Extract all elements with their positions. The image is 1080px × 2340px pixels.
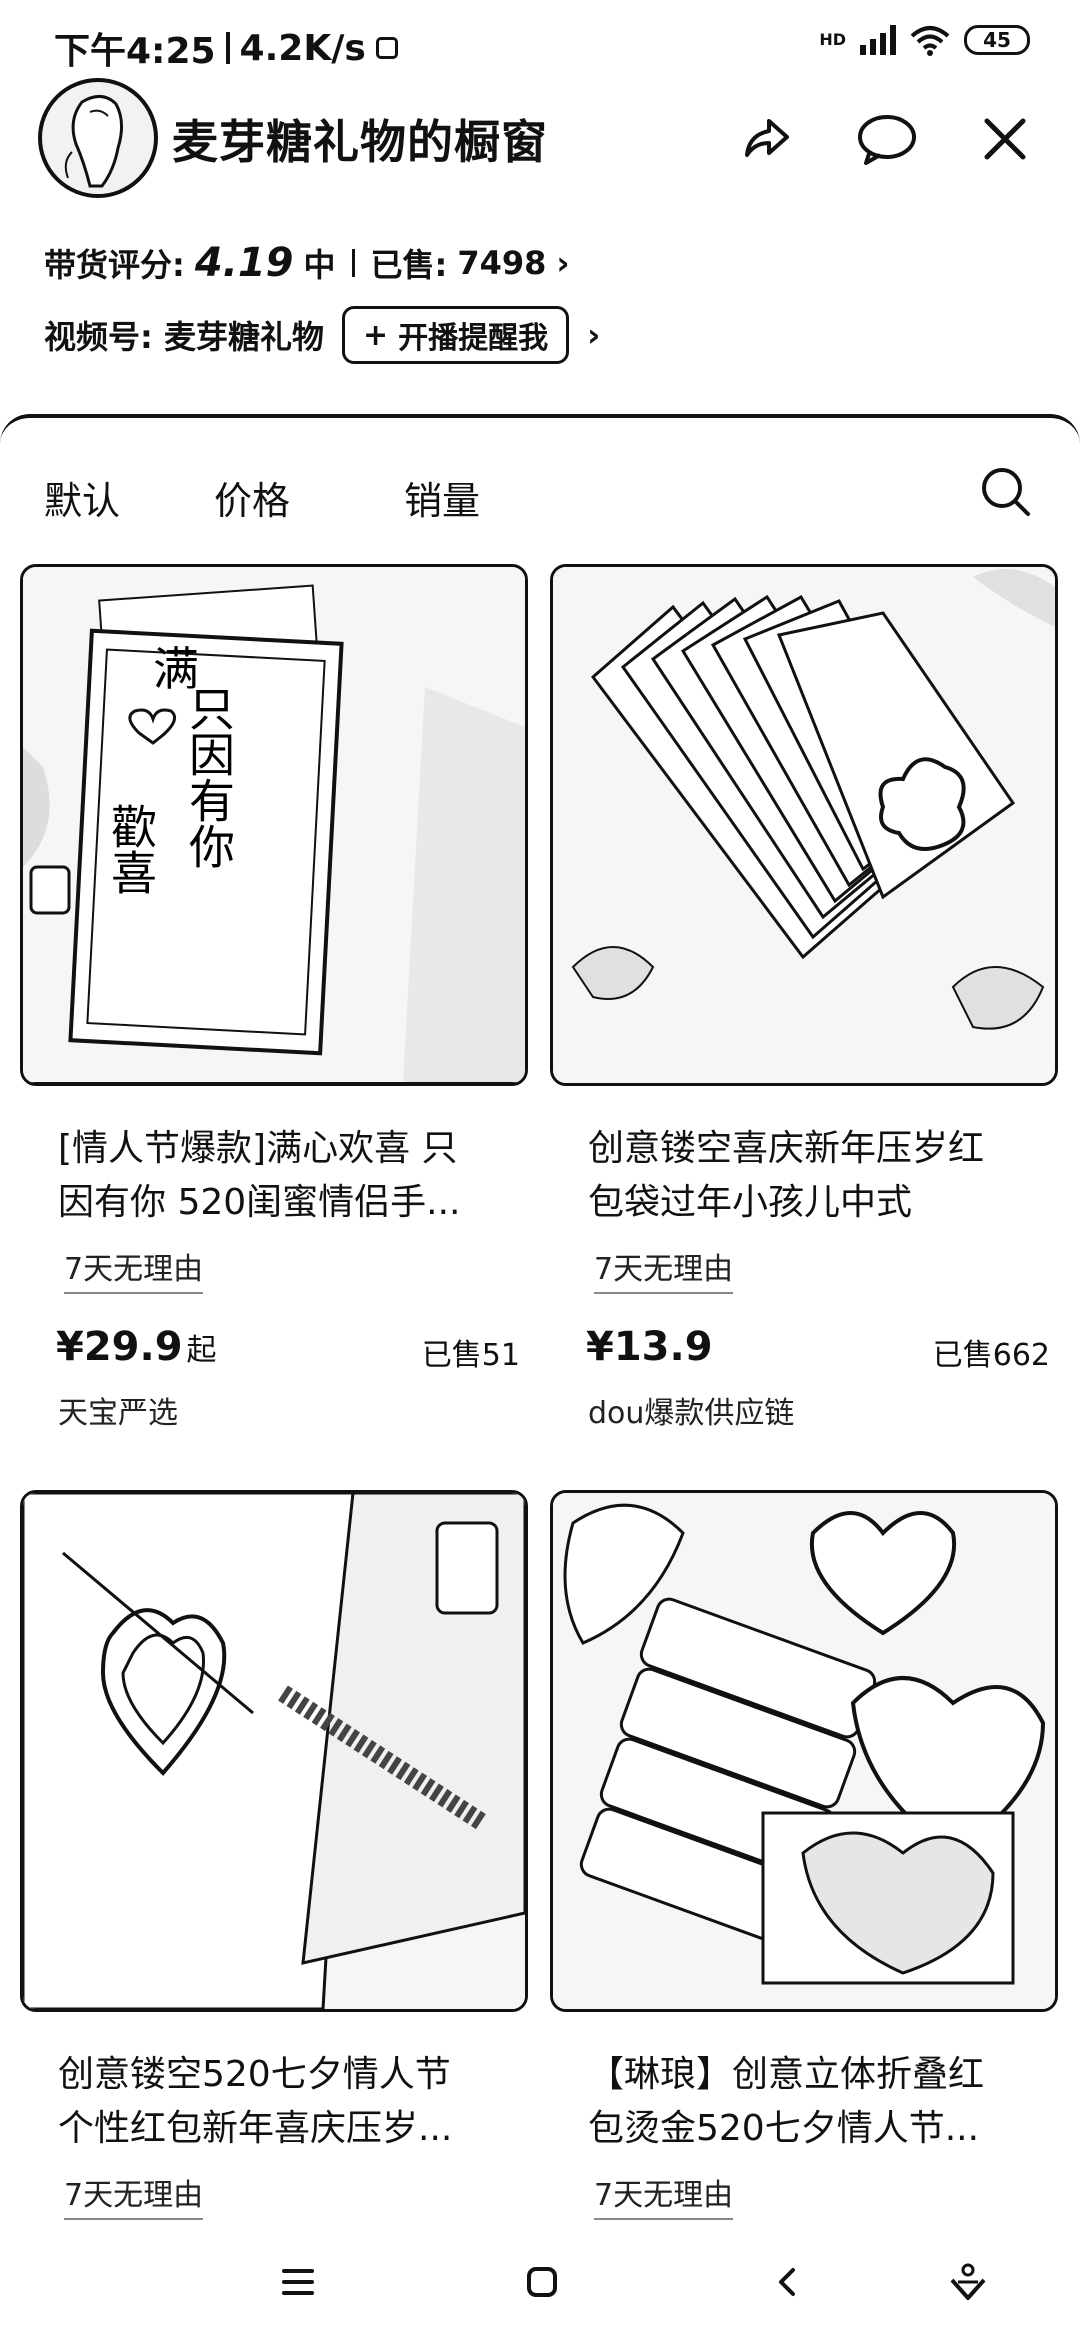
share-icon[interactable] (730, 104, 800, 174)
product-card[interactable]: 创意镂空520七夕情人节 个性红包新年喜庆压岁... 7天无理由 (20, 1490, 540, 2220)
return-policy-tag: 7天无理由 (594, 2170, 734, 2220)
sold-value: 7498 (457, 244, 547, 282)
status-bar: 下午4:25 4.2K/s HD 45 (0, 0, 1080, 80)
rating-level: 中 (303, 246, 336, 284)
thumb-text-b: 满 (153, 642, 199, 696)
plus-icon: + (362, 317, 389, 353)
return-policy-tag: 7天无理由 (64, 1244, 204, 1294)
channel-row: 视频号: 麦芽糖礼物 + 开播提醒我 › (44, 306, 600, 364)
sold-count: 已售51 (421, 1338, 520, 1373)
product-title[interactable]: 【琳琅】创意立体折叠红 包烫金520七夕情人节... (550, 2048, 1070, 2156)
shop-stats[interactable]: 带货评分: 4.19 中 已售: 7498 › (44, 240, 570, 286)
product-card[interactable]: 创意镂空喜庆新年压岁红 包袋过年小孩儿中式 7天无理由 ¥13.9 已售662 … (550, 564, 1070, 1432)
product-card[interactable]: 【琳琅】创意立体折叠红 包烫金520七夕情人节... 7天无理由 (550, 1490, 1070, 2220)
live-remind-label: 开播提醒我 (398, 321, 549, 356)
tab-sales[interactable]: 销量 (404, 470, 574, 525)
thumb-text-a: 只因有你 (182, 685, 236, 869)
hd-indicator: HD (819, 30, 846, 49)
search-button[interactable] (976, 462, 1036, 522)
price-row: ¥29.9 起 已售51 (20, 1324, 540, 1374)
thumb-text-c: 歡喜 (104, 803, 158, 895)
product-card[interactable]: 只因有你 满 歡喜 [情人节爆款]满心欢喜 只 因有你 520闺蜜情侣手... … (20, 564, 540, 1432)
product-title[interactable]: 创意镂空520七夕情人节 个性红包新年喜庆压岁... (20, 2048, 540, 2156)
search-icon (982, 468, 1030, 516)
chevron-right-icon[interactable]: › (587, 316, 600, 354)
product-price: ¥29.9 起 (56, 1324, 217, 1370)
status-time: 下午4:25 (54, 31, 216, 72)
sold-label: 已售: (370, 246, 448, 284)
product-image[interactable]: 只因有你 满 歡喜 (20, 564, 528, 1086)
product-image[interactable] (20, 1490, 528, 2012)
avatar-image (64, 95, 123, 188)
product-image[interactable] (550, 564, 1058, 1086)
product-title[interactable]: 创意镂空喜庆新年压岁红 包袋过年小孩儿中式 (550, 1122, 1070, 1230)
product-title[interactable]: [情人节爆款]满心欢喜 只 因有你 520闺蜜情侣手... (20, 1122, 540, 1230)
live-remind-button[interactable]: + 开播提醒我 (341, 306, 570, 364)
system-nav-bar (0, 2224, 1080, 2340)
return-policy-tag: 7天无理由 (64, 2170, 204, 2220)
status-divider (225, 32, 230, 64)
rating-label: 带货评分: (44, 246, 185, 284)
product-shop[interactable]: 天宝严选 (20, 1388, 540, 1432)
product-panel: 默认 价格 销量 只因有你 满 歡喜 [情人节爆款]满心欢喜 只 因有你 520… (0, 414, 1080, 2224)
product-price: ¥13.9 (586, 1324, 713, 1370)
assistant-icon[interactable] (938, 2252, 998, 2312)
return-policy-tag: 7天无理由 (594, 1244, 734, 1294)
battery-icon: 45 (964, 25, 1030, 55)
chevron-right-icon: › (556, 244, 570, 282)
shop-window-page: 下午4:25 4.2K/s HD 45 麦芽糖礼物的橱窗 带货评分: 4.19 … (0, 0, 1080, 2340)
sort-tabs: 默认 价格 销量 (44, 470, 574, 525)
back-icon[interactable] (758, 2252, 818, 2312)
status-right: HD 45 (819, 24, 1030, 56)
network-speed: 4.2K/s (239, 27, 366, 69)
menu-icon[interactable] (268, 2252, 328, 2312)
home-icon[interactable] (512, 2252, 572, 2312)
shop-title: 麦芽糖礼物的橱窗 (172, 115, 548, 169)
chat-icon[interactable] (852, 104, 922, 174)
stats-divider (351, 249, 355, 277)
price-row: ¥13.9 已售662 (550, 1324, 1070, 1374)
status-left: 下午4:25 4.2K/s (54, 22, 398, 74)
avatar[interactable] (38, 78, 158, 198)
rating-value: 4.19 (194, 240, 294, 286)
close-icon[interactable] (970, 104, 1040, 174)
wifi-icon (910, 26, 950, 56)
tab-default[interactable]: 默认 (44, 470, 214, 525)
product-shop[interactable]: dou爆款供应链 (550, 1388, 1070, 1432)
product-image[interactable] (550, 1490, 1058, 2012)
channel-label: 视频号: 麦芽糖礼物 (44, 318, 324, 356)
notification-icon (375, 37, 398, 59)
signal-icon (860, 25, 896, 55)
sold-count: 已售662 (932, 1338, 1050, 1373)
tab-price[interactable]: 价格 (214, 470, 404, 525)
header-bar: 麦芽糖礼物的橱窗 (0, 70, 1080, 200)
